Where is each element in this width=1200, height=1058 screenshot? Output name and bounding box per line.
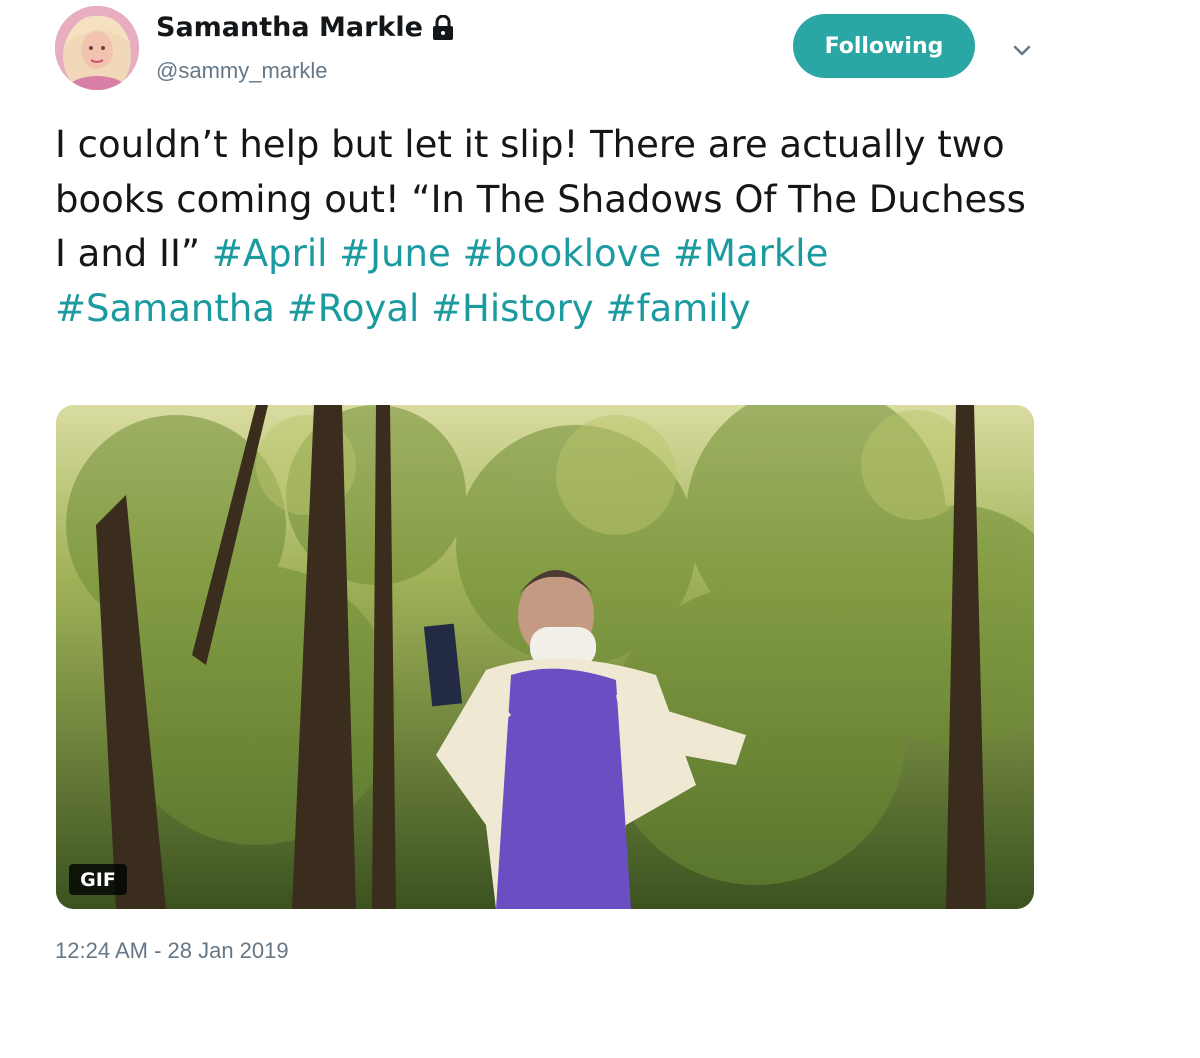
hashtag-link[interactable]: #Markle bbox=[673, 232, 828, 275]
hashtag-link[interactable]: #History bbox=[431, 287, 594, 330]
author-handle[interactable]: @sammy_markle bbox=[156, 58, 327, 84]
lock-icon bbox=[431, 14, 455, 41]
chevron-down-icon[interactable] bbox=[1010, 38, 1034, 62]
gif-media[interactable] bbox=[56, 405, 1034, 909]
hashtag-link[interactable]: #April bbox=[212, 232, 328, 275]
tweet-text: I couldn’t help but let it slip! There a… bbox=[55, 118, 1045, 336]
author-name[interactable]: Samantha Markle bbox=[156, 12, 455, 43]
gif-badge: GIF bbox=[69, 864, 127, 895]
author-name-label[interactable]: Samantha Markle bbox=[156, 12, 423, 43]
hashtag-link[interactable]: #June bbox=[339, 232, 451, 275]
tweet-timestamp[interactable]: 12:24 AM - 28 Jan 2019 bbox=[55, 938, 289, 964]
following-button[interactable]: Following bbox=[793, 14, 975, 78]
hashtag-link[interactable]: #booklove bbox=[463, 232, 662, 275]
avatar[interactable] bbox=[55, 6, 139, 90]
hashtag-link[interactable]: #Samantha bbox=[55, 287, 275, 330]
hashtag-link[interactable]: #Royal bbox=[287, 287, 420, 330]
hashtag-link[interactable]: #family bbox=[605, 287, 750, 330]
